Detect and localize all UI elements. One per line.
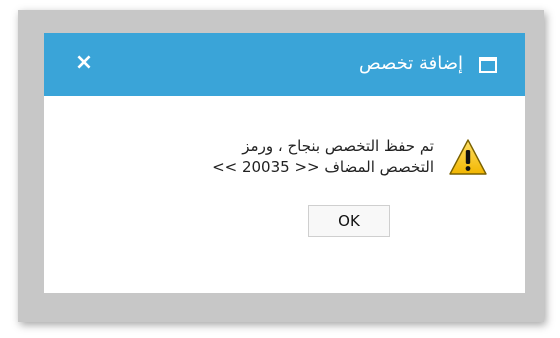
dialog-title: إضافة تخصص [358,53,463,74]
close-icon[interactable]: × [72,50,96,76]
ok-button[interactable]: OK [308,205,390,237]
dialog-message: تم حفظ التخصص بنجاح ، ورمز التخصص المضاف… [134,136,434,178]
dialog-titlebar: × إضافة تخصص [44,33,525,96]
warning-icon [449,139,487,175]
window-icon [479,57,497,73]
message-line-1: تم حفظ التخصص بنجاح ، ورمز [242,137,434,155]
add-specialty-dialog: × إضافة تخصص تم حفظ التخصص بنجاح ، ورمز … [44,33,525,293]
message-line-2: التخصص المضاف << 20035 >> [212,158,434,176]
